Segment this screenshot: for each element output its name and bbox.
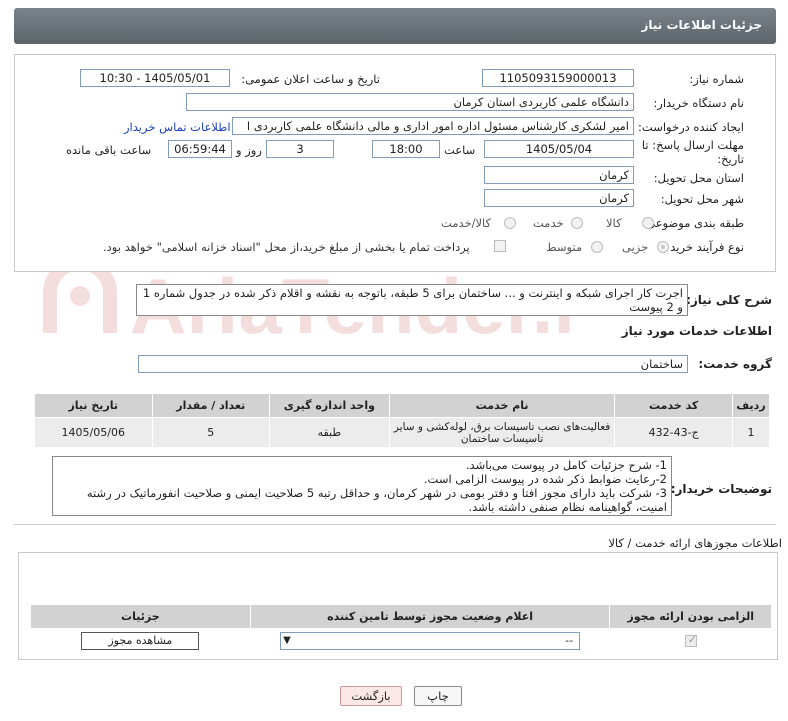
back-button[interactable]: بازگشت — [340, 686, 402, 706]
category-service-radio[interactable] — [571, 217, 583, 229]
process-label: نوع فرآیند خرید : — [662, 240, 744, 254]
page-title: جزئیات اطلاعات نیاز — [641, 18, 762, 32]
cell-quantity: 5 — [151, 417, 270, 448]
divider — [14, 524, 776, 525]
col-permit-details: جزئیات — [30, 604, 251, 629]
treasury-payment-checkbox[interactable] — [494, 240, 506, 252]
col-unit: واحد اندازه گیری — [268, 393, 390, 418]
buyer-note-line: 1- شرح جزئیات کامل در پیوست می‌باشد. — [465, 458, 667, 472]
cell-service-name: فعالیت‌های نصب تاسیسات برق، لوله‌کشی و س… — [388, 417, 616, 448]
permit-status-value: -- — [565, 633, 574, 647]
remaining-time-field: 06:59:44 — [168, 140, 232, 158]
category-label: طبقه بندی موضوعی: — [642, 216, 744, 230]
deadline-time-label: ساعت — [444, 143, 476, 157]
category-goods-label: کالا — [606, 216, 622, 230]
category-goods-service-radio[interactable] — [504, 217, 516, 229]
days-remaining-field: 3 — [266, 140, 334, 158]
col-permit-status: اعلام وضعیت مجوز توسط تامین کننده — [249, 604, 611, 629]
col-permit-required: الزامی بودن ارائه مجوز — [609, 604, 772, 629]
city-field: کرمان — [484, 189, 634, 207]
creator-field: امیر لشکری کارشناس مسئول اداره امور ادار… — [232, 117, 634, 135]
treasury-payment-note: پرداخت تمام یا بخشی از مبلغ خرید،از محل … — [103, 240, 470, 254]
process-minor-radio[interactable] — [657, 241, 669, 253]
announce-datetime-field: 1405/05/01 - 10:30 — [80, 69, 230, 87]
deadline-label: مهلت ارسال پاسخ: تا — [641, 138, 744, 152]
permit-required-checkbox[interactable]: ✓ — [684, 633, 697, 647]
check-icon: ✓ — [687, 633, 697, 646]
cell-need-date: 1405/05/06 — [34, 417, 153, 448]
process-medium-label: متوسط — [546, 240, 583, 254]
deadline-date-label: تاریخ: — [717, 152, 744, 166]
announce-label: تاریخ و ساعت اعلان عمومی: — [241, 72, 380, 86]
chevron-down-icon: ▼ — [283, 634, 291, 646]
deadline-time-field: 18:00 — [372, 140, 440, 158]
service-group-field: ساختمان — [138, 355, 688, 373]
summary-label: شرح کلی نیاز: — [686, 293, 772, 307]
services-table: ردیف کد خدمت نام خدمت واحد اندازه گیری ت… — [34, 393, 771, 448]
table-row: ✓ ▼ -- مشاهده مجوز — [30, 628, 772, 653]
buyer-notes-box: 1- شرح جزئیات کامل در پیوست می‌باشد. 2-ر… — [52, 456, 672, 516]
category-goods-service-label: کالا/خدمت — [441, 216, 492, 230]
permits-table-header: الزامی بودن ارائه مجوز اعلام وضعیت مجوز … — [30, 604, 772, 629]
deadline-date-field: 1405/05/04 — [484, 140, 634, 158]
services-section-title: اطلاعات خدمات مورد نیاز — [621, 324, 772, 338]
cell-service-code: ج-43-432 — [614, 417, 733, 448]
view-permit-button[interactable]: مشاهده مجوز — [81, 631, 200, 650]
need-number-label: شماره نیاز: — [689, 72, 744, 86]
remaining-label: ساعت باقی مانده — [66, 143, 152, 157]
buyer-notes-label: توضیحات خریدار: — [670, 482, 772, 496]
days-label: روز و — [236, 143, 262, 157]
buyer-note-line: 2-رعایت ضوابط ذکر شده در پیوست الزامی اس… — [423, 472, 667, 486]
process-medium-radio[interactable] — [591, 241, 603, 253]
cell-permit-status: ▼ -- — [249, 628, 611, 653]
services-table-header: ردیف کد خدمت نام خدمت واحد اندازه گیری ت… — [34, 393, 771, 418]
permit-status-select[interactable]: ▼ -- — [280, 631, 581, 650]
col-service-name: نام خدمت — [388, 393, 616, 418]
summary-text: اجرت کار اجرای شبکه و اینترنت و ... ساخت… — [136, 284, 688, 316]
city-label: شهر محل تحویل: — [660, 192, 744, 206]
col-row: ردیف — [731, 393, 771, 418]
buyer-org-field: دانشگاه علمی کاربردی استان کرمان — [186, 93, 634, 111]
cell-row: 1 — [731, 417, 771, 448]
buyer-org-label: نام دستگاه خریدار: — [653, 96, 744, 110]
creator-label: ایجاد کننده درخواست: — [638, 120, 744, 134]
province-field: کرمان — [484, 166, 634, 184]
category-goods-radio[interactable] — [642, 217, 654, 229]
cell-permit-details: مشاهده مجوز — [30, 628, 251, 653]
page-header: جزئیات اطلاعات نیاز — [14, 8, 776, 44]
permits-table: الزامی بودن ارائه مجوز اعلام وضعیت مجوز … — [30, 604, 772, 653]
buyer-contact-link[interactable]: اطلاعات تماس خریدار — [124, 120, 231, 134]
buyer-note-line: 3- شرکت باید دارای مجوز افتا و دفتر بومی… — [86, 486, 667, 514]
need-number-field: 1105093159000013 — [482, 69, 634, 87]
cell-permit-required: ✓ — [609, 628, 772, 653]
process-minor-label: جزیی — [622, 240, 649, 254]
col-need-date: تاریخ نیاز — [34, 393, 153, 418]
col-service-code: کد خدمت — [614, 393, 733, 418]
service-group-label: گروه خدمت: — [698, 357, 772, 371]
col-quantity: تعداد / مقدار — [151, 393, 270, 418]
province-label: استان محل تحویل: — [653, 171, 744, 185]
table-row: 1 ج-43-432 فعالیت‌های نصب تاسیسات برق، ل… — [34, 417, 771, 448]
cell-unit: طبقه — [268, 417, 390, 448]
permits-section-title: اطلاعات مجوزهای ارائه خدمت / کالا — [608, 536, 782, 550]
category-service-label: خدمت — [533, 216, 564, 230]
print-button[interactable]: چاپ — [414, 686, 462, 706]
